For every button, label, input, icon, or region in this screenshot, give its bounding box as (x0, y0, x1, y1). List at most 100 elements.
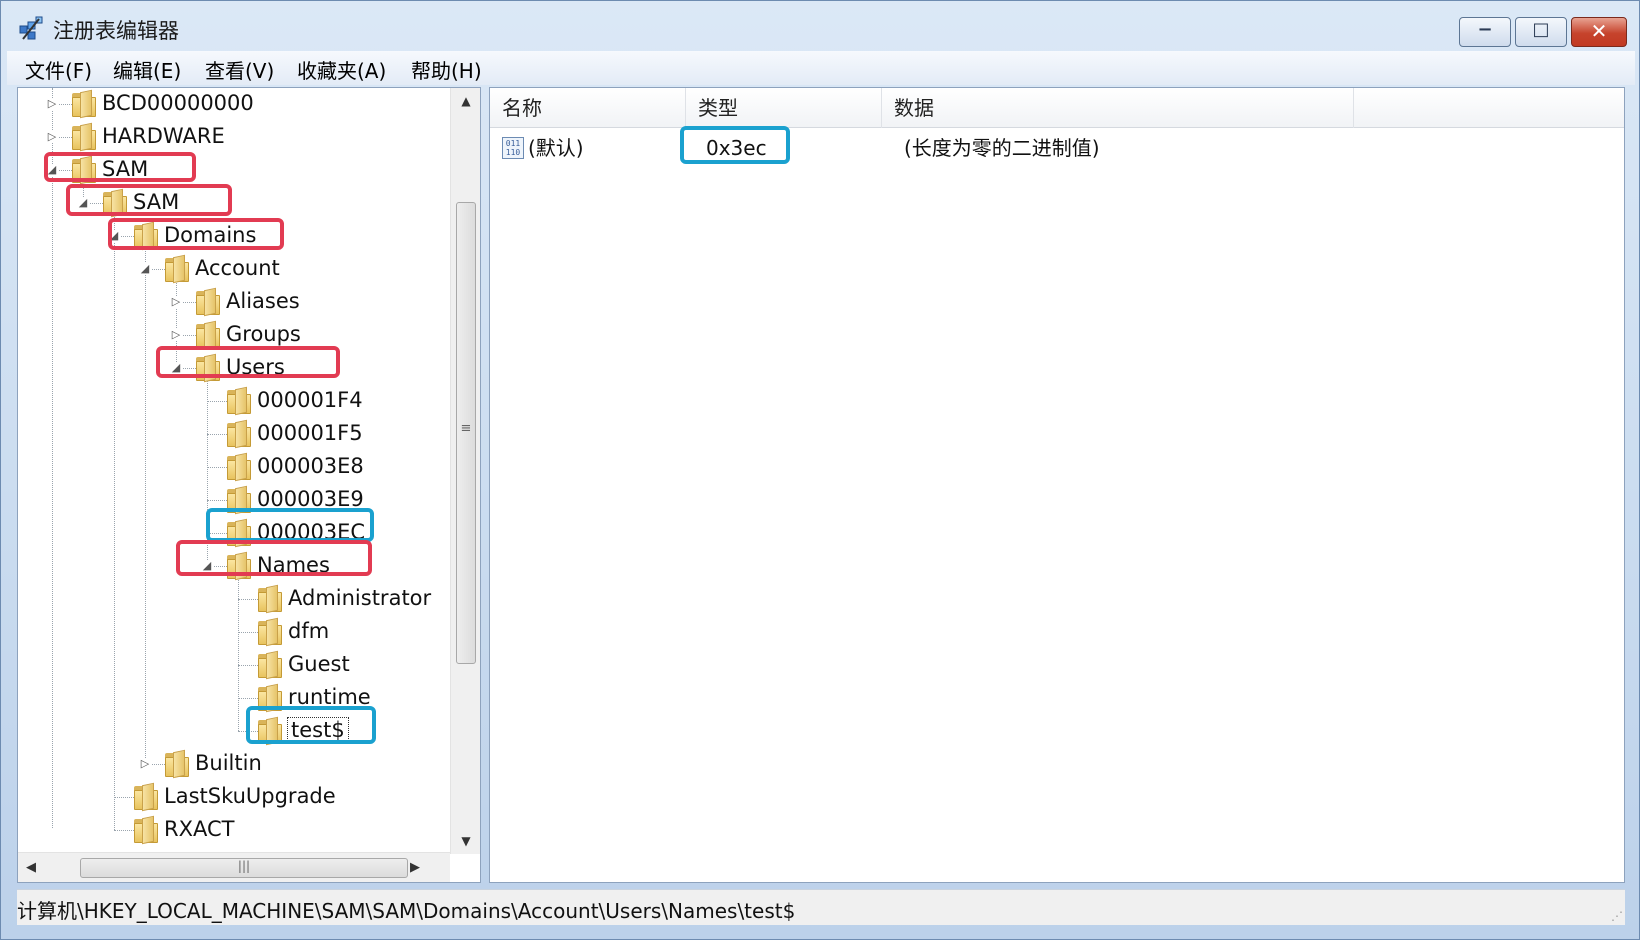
tree-node-label: Builtin (195, 751, 262, 775)
highlight-000003ec (206, 508, 374, 542)
registry-tree: ▷ BCD00000000 ▷ HARDWARE ◢ SAM ◢ SAM ◢ Domains ◢ Ac… (18, 88, 450, 854)
tree-node[interactable]: 000001F4 (18, 385, 450, 417)
tree-vertical-scrollbar[interactable]: ▲ ≡ ▼ (450, 88, 480, 854)
folder-icon (258, 617, 282, 647)
scroll-down-icon[interactable]: ▼ (451, 828, 480, 854)
tree-node[interactable]: RXACT (18, 814, 450, 846)
tree-node-label: LastSkuUpgrade (164, 784, 336, 808)
registry-editor-window: 注册表编辑器 − □ ✕ 文件(F) 编辑(E) 查看(V) 收藏夹(A) 帮助… (0, 0, 1640, 940)
highlight-names (176, 540, 372, 576)
close-icon: ✕ (1590, 19, 1608, 43)
tree-node-label: 000001F4 (257, 388, 363, 412)
scroll-left-icon[interactable]: ◀ (18, 853, 44, 882)
value-name: (默认) (528, 136, 584, 160)
values-list-pane: 名称 类型 数据 011 110 (默认) 0x3ec (长度为零的二进制值) (489, 87, 1625, 883)
tree-horizontal-scrollbar[interactable]: ◀ ||| ▶ (18, 852, 450, 882)
column-data[interactable]: 数据 (882, 88, 1354, 128)
maximize-button[interactable]: □ (1515, 17, 1567, 47)
tree-branch-line (238, 632, 258, 633)
binary-value-icon: 011 110 (502, 137, 524, 159)
grip-icon: ||| (237, 859, 251, 873)
highlight-domains (108, 218, 284, 250)
tree-node-label: Groups (226, 322, 301, 346)
collapsed-triangle-icon[interactable]: ▷ (46, 131, 58, 143)
tree-node[interactable]: Guest (18, 649, 450, 681)
highlight-users (156, 346, 340, 378)
minimize-button[interactable]: − (1459, 17, 1511, 47)
tree-node-label: dfm (288, 619, 330, 643)
tree-branch-line (207, 401, 227, 402)
collapsed-triangle-icon[interactable]: ▷ (170, 329, 182, 341)
folder-icon (196, 287, 220, 317)
resize-grip-icon[interactable]: ⋰ (1611, 909, 1623, 923)
column-name[interactable]: 名称 (490, 88, 686, 128)
highlight-type-value (680, 126, 790, 164)
highlight-sam-root (44, 152, 196, 182)
status-bar: 计算机\HKEY_LOCAL_MACHINE\SAM\SAM\Domains\A… (17, 889, 1625, 925)
list-row[interactable]: 011 110 (默认) 0x3ec (长度为零的二进制值) (490, 126, 1624, 166)
title-bar: 注册表编辑器 − □ ✕ (1, 1, 1640, 55)
tree-node[interactable]: runtime (18, 682, 450, 714)
tree-node-label: BCD00000000 (102, 91, 254, 115)
tree-branch-line (238, 665, 258, 666)
menu-bar: 文件(F) 编辑(E) 查看(V) 收藏夹(A) 帮助(H) (7, 51, 1635, 85)
folder-icon (227, 386, 251, 416)
tree-node-label: Guest (288, 652, 350, 676)
status-path: 计算机\HKEY_LOCAL_MACHINE\SAM\SAM\Domains\A… (17, 899, 796, 923)
collapsed-triangle-icon[interactable]: ▷ (139, 758, 151, 770)
tree-node[interactable]: LastSkuUpgrade (18, 781, 450, 813)
menu-help[interactable]: 帮助(H) (411, 55, 482, 84)
folder-icon (227, 452, 251, 482)
expanded-triangle-icon[interactable]: ◢ (139, 263, 151, 275)
tree-branch-line (207, 467, 227, 468)
menu-favorites[interactable]: 收藏夹(A) (297, 55, 386, 84)
horizontal-scroll-thumb[interactable]: ||| (80, 858, 408, 878)
list-header: 名称 类型 数据 (490, 88, 1624, 128)
menu-edit[interactable]: 编辑(E) (113, 55, 181, 84)
tree-branch-line (114, 797, 134, 798)
highlight-test-dollar (246, 706, 376, 744)
tree-node[interactable]: test$ (18, 715, 450, 747)
tree-node[interactable]: Administrator (18, 583, 450, 615)
window-controls: − □ ✕ (1455, 17, 1627, 47)
collapsed-triangle-icon[interactable]: ▷ (46, 98, 58, 110)
vertical-scroll-thumb[interactable]: ≡ (456, 202, 476, 664)
tree-node[interactable]: 000001F5 (18, 418, 450, 450)
scroll-up-icon[interactable]: ▲ (451, 88, 480, 114)
tree-node[interactable]: dfm (18, 616, 450, 648)
tree-node-label: RXACT (164, 817, 235, 841)
tree-node-label: HARDWARE (102, 124, 225, 148)
menu-file[interactable]: 文件(F) (25, 55, 92, 84)
tree-branch-line (238, 698, 258, 699)
highlight-sam-child (66, 184, 232, 216)
tree-node[interactable]: ▷ BCD00000000 (18, 88, 450, 120)
tree-node[interactable]: ▷ HARDWARE (18, 121, 450, 153)
maximize-icon: □ (1532, 19, 1550, 40)
registry-tree-pane: ▷ BCD00000000 ▷ HARDWARE ◢ SAM ◢ SAM ◢ Domains ◢ Ac… (17, 87, 481, 883)
tree-node[interactable]: ▷ Aliases (18, 286, 450, 318)
tree-node-label: Aliases (226, 289, 300, 313)
tree-node-label: 000001F5 (257, 421, 363, 445)
tree-branch-line (207, 434, 227, 435)
grip-icon: ≡ (460, 421, 472, 436)
tree-node[interactable]: ◢ Account (18, 253, 450, 285)
tree-node[interactable]: ▷ Builtin (18, 748, 450, 780)
scroll-right-icon[interactable]: ▶ (402, 853, 428, 882)
tree-branch-line (238, 599, 258, 600)
folder-icon (258, 584, 282, 614)
tree-node-label: 000003E8 (257, 454, 364, 478)
value-data: (长度为零的二进制值) (904, 136, 1100, 160)
folder-icon (134, 782, 158, 812)
folder-icon (134, 815, 158, 845)
column-type[interactable]: 类型 (686, 88, 882, 128)
folder-icon (72, 122, 96, 152)
folder-icon (72, 89, 96, 119)
tree-node-label: Account (195, 256, 280, 280)
tree-node[interactable]: 000003E8 (18, 451, 450, 483)
folder-icon (165, 749, 189, 779)
folder-icon (165, 254, 189, 284)
close-button[interactable]: ✕ (1571, 17, 1627, 47)
menu-view[interactable]: 查看(V) (205, 55, 274, 84)
tree-branch-line (114, 830, 134, 831)
collapsed-triangle-icon[interactable]: ▷ (170, 296, 182, 308)
